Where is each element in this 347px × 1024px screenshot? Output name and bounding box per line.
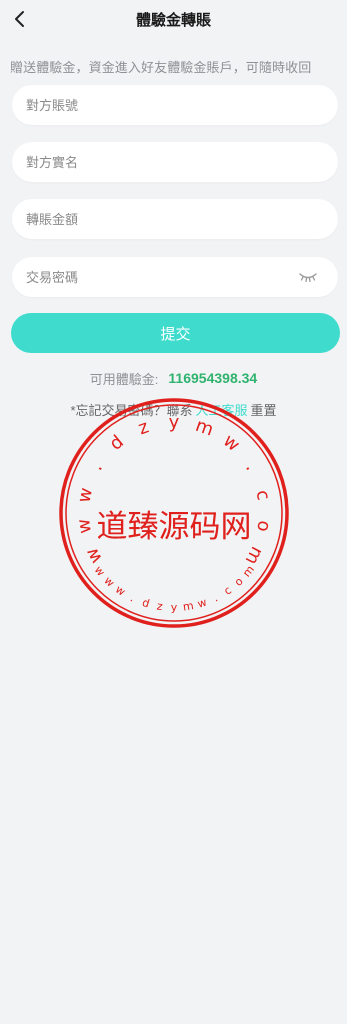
watermark-seal: www.dz y mw.com www. d z y m w .com 道臻源码网 <box>59 398 289 628</box>
watermark-letter: d <box>141 596 152 610</box>
header: 體驗金轉賬 <box>0 0 347 38</box>
watermark-letter: c <box>222 584 234 598</box>
watermark-letter: w <box>219 430 244 456</box>
help-suffix: 重置 <box>250 402 277 418</box>
watermark-letter: . <box>128 591 137 604</box>
watermark-letter: w <box>101 574 116 590</box>
account-input[interactable] <box>26 97 324 113</box>
watermark-letter: w <box>74 486 97 505</box>
watermark-center-text: 道臻源码网 <box>97 509 252 545</box>
help-prefix: *忘記交易密碼？聯系 <box>70 402 193 418</box>
amount-field[interactable] <box>12 199 338 239</box>
account-field[interactable] <box>12 85 338 125</box>
back-button[interactable] <box>4 4 34 34</box>
watermark-stamp: www.dzymw.com www.dzymw.com 道臻源码网 <box>58 397 290 629</box>
customer-service-link[interactable]: 人工客服 <box>196 400 248 419</box>
watermark-letter: w <box>81 544 106 567</box>
watermark-letter: z <box>136 416 152 439</box>
watermark-letter: w <box>73 517 96 535</box>
watermark-letter: m <box>241 543 268 568</box>
balance-label: 可用體驗金: <box>89 371 159 387</box>
watermark-letter: y <box>171 601 178 614</box>
password-input[interactable] <box>26 269 324 285</box>
balance-row: 可用體驗金: 116954398.34 <box>0 368 347 388</box>
watermark-letter: m <box>182 599 195 613</box>
page-title: 體驗金轉賬 <box>135 11 211 29</box>
watermark-letter: o <box>252 519 274 533</box>
realname-input[interactable] <box>26 154 324 170</box>
watermark-letter: w <box>196 596 208 611</box>
balance-value: 116954398.34 <box>168 370 258 386</box>
amount-input[interactable] <box>26 211 324 227</box>
eye-toggle-button[interactable] <box>298 269 318 285</box>
submit-button[interactable]: 提交 <box>11 313 340 353</box>
eye-closed-icon <box>299 273 317 283</box>
watermark-letter: o <box>232 575 246 589</box>
transfer-page: 體驗金轉賬 贈送體驗金，資金進入好友體驗金賬戶，可隨時收回 提交 可用體驗金: … <box>0 0 347 1024</box>
password-field[interactable] <box>12 257 338 297</box>
watermark-letter: c <box>251 488 274 502</box>
watermark-inner-ring <box>65 404 283 622</box>
watermark-letter: . <box>211 591 220 604</box>
watermark-letter: d <box>106 431 128 454</box>
watermark-letter: . <box>241 458 262 474</box>
notice-text: 贈送體驗金，資金進入好友體驗金賬戶，可隨時收回 <box>10 60 312 75</box>
watermark-bottom-letters: www. d z y m w .com <box>92 563 257 614</box>
watermark-outer-ring <box>59 398 289 628</box>
watermark-letter: . <box>86 458 107 474</box>
chevron-left-icon <box>15 11 24 27</box>
watermark-top-letters: www.dz y mw.com <box>73 412 275 568</box>
watermark-letter: w <box>92 564 108 579</box>
watermark-letter: m <box>240 563 257 579</box>
watermark-letter: z <box>156 600 164 614</box>
watermark-letter: w <box>113 583 128 599</box>
help-row: *忘記交易密碼？聯系 人工客服 重置 <box>0 399 347 419</box>
realname-field[interactable] <box>12 142 338 182</box>
